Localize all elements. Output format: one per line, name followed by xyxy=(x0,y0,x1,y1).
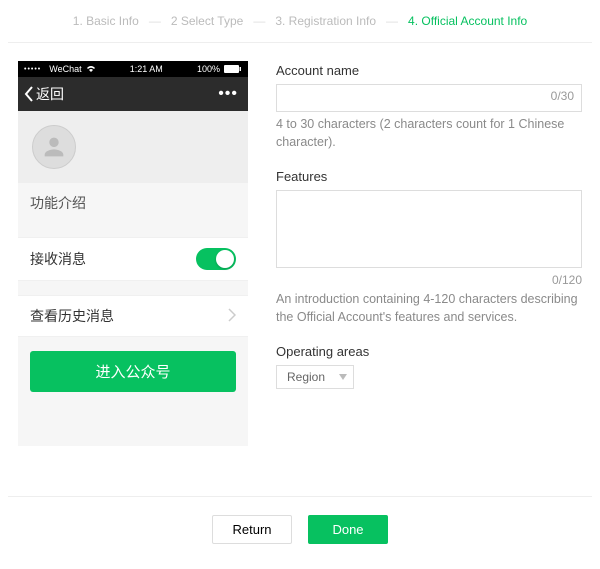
step-sep: — xyxy=(382,14,402,28)
enter-account-button[interactable]: 进入公众号 xyxy=(30,351,236,392)
step-4: 4. Official Account Info xyxy=(402,14,533,28)
account-name-input[interactable] xyxy=(276,84,582,112)
receive-toggle[interactable] xyxy=(196,248,236,270)
features-hint: An introduction containing 4-120 charact… xyxy=(276,291,582,326)
footer-actions: Return Done xyxy=(0,515,600,564)
step-3: 3. Registration Info xyxy=(269,14,382,28)
back-label: 返回 xyxy=(36,84,64,104)
account-name-hint: 4 to 30 characters (2 characters count f… xyxy=(276,116,582,151)
phone-statusbar: WeChat 1:21 AM 100% xyxy=(18,61,248,77)
step-1: 1. Basic Info xyxy=(67,14,145,28)
step-sep: — xyxy=(145,14,165,28)
form-panel: Account name 0/30 4 to 30 characters (2 … xyxy=(276,61,582,446)
operating-areas-label: Operating areas xyxy=(276,344,582,359)
carrier-label: WeChat xyxy=(49,64,81,74)
battery-icon xyxy=(224,65,242,73)
phone-preview: WeChat 1:21 AM 100% 返回 ••• 功能介绍 接收消息 xyxy=(18,61,248,446)
features-textarea[interactable] xyxy=(276,190,582,268)
step-sep: — xyxy=(249,14,269,28)
more-button[interactable]: ••• xyxy=(218,85,238,103)
return-button[interactable]: Return xyxy=(212,515,292,544)
history-row[interactable]: 查看历史消息 xyxy=(18,295,248,337)
history-label: 查看历史消息 xyxy=(30,306,114,326)
features-section-label: 功能介绍 xyxy=(18,183,248,223)
region-select[interactable]: Region xyxy=(276,365,354,389)
account-name-label: Account name xyxy=(276,63,582,78)
header-divider xyxy=(8,42,592,43)
battery-label: 100% xyxy=(197,64,220,74)
chevron-right-icon xyxy=(228,308,236,325)
done-button[interactable]: Done xyxy=(308,515,388,544)
region-select-label: Region xyxy=(287,370,325,384)
features-label: Features xyxy=(276,169,582,184)
avatar xyxy=(32,125,76,169)
back-button[interactable]: 返回 xyxy=(18,84,64,104)
chevron-left-icon xyxy=(24,86,34,102)
signal-dots-icon xyxy=(24,64,45,74)
receive-label: 接收消息 xyxy=(30,249,86,269)
features-counter: 0/120 xyxy=(276,273,582,287)
footer-divider xyxy=(8,496,592,497)
step-indicator: 1. Basic Info — 2 Select Type — 3. Regis… xyxy=(0,0,600,38)
profile-area xyxy=(18,111,248,183)
wifi-icon xyxy=(86,65,96,73)
account-name-counter: 0/30 xyxy=(551,89,574,103)
caret-down-icon xyxy=(339,374,347,380)
phone-bottom-spacer xyxy=(18,406,248,446)
person-icon xyxy=(40,133,68,161)
step-2: 2 Select Type xyxy=(165,14,250,28)
separator xyxy=(18,281,248,295)
time-label: 1:21 AM xyxy=(130,64,163,74)
phone-navbar: 返回 ••• xyxy=(18,77,248,111)
receive-messages-row: 接收消息 xyxy=(18,237,248,281)
separator xyxy=(18,223,248,237)
